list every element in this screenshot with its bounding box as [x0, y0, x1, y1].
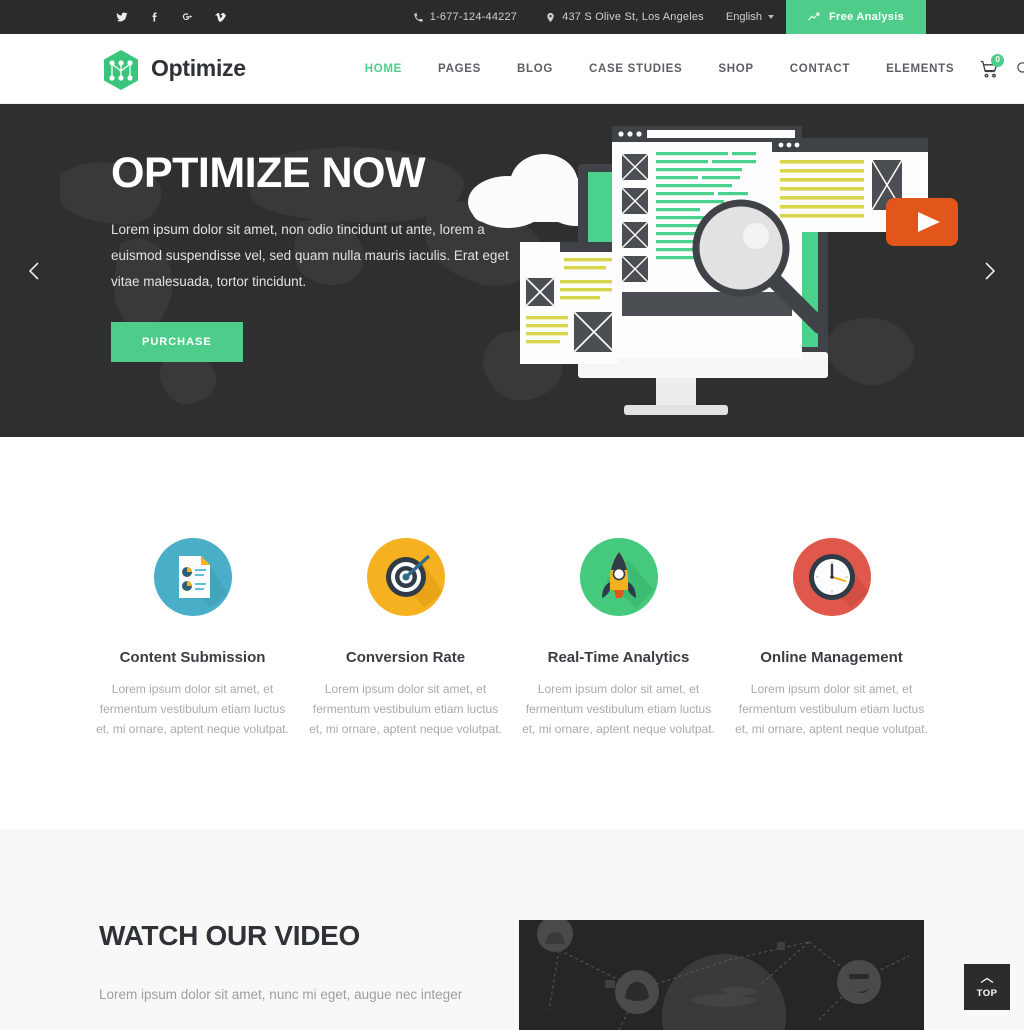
- main-navigation: HOME PAGES BLOG CASE STUDIES SHOP CONTAC…: [347, 63, 973, 75]
- hero-illustration: [448, 112, 968, 432]
- hero-slider: OPTIMIZE NOW Lorem ipsum dolor sit amet,…: [0, 104, 1024, 437]
- chevron-up-icon: [980, 977, 994, 983]
- chevron-right-icon: [985, 261, 996, 280]
- logo-hexagon-icon: [99, 48, 141, 90]
- language-selector[interactable]: English: [718, 0, 786, 34]
- address-info: 437 S Olive St, Los Angeles: [531, 0, 718, 34]
- video-section-copy: WATCH OUR VIDEO Lorem ipsum dolor sit am…: [99, 920, 499, 1008]
- slider-next-button[interactable]: [967, 249, 1011, 293]
- slider-prev-button[interactable]: [13, 249, 57, 293]
- hero-copy: OPTIMIZE NOW Lorem ipsum dolor sit amet,…: [111, 149, 511, 363]
- video-section-title: WATCH OUR VIDEO: [99, 920, 360, 952]
- feature-card-conversion-rate: Conversion Rate Lorem ipsum dolor sit am…: [299, 538, 512, 739]
- logo-text: Optimize: [151, 55, 246, 81]
- feature-description: Lorem ipsum dolor sit amet, et fermentum…: [96, 682, 289, 737]
- feature-card-realtime-analytics: Real-Time Analytics Lorem ipsum dolor si…: [512, 538, 725, 739]
- phone-number: 1-677-124-44227: [429, 11, 518, 23]
- report-document-icon[interactable]: [153, 538, 232, 616]
- logo[interactable]: Optimize: [99, 48, 246, 90]
- feature-title: Conversion Rate: [345, 649, 466, 666]
- search-icon: [1017, 62, 1024, 73]
- phone-icon: [414, 12, 423, 22]
- play-button-icon: [886, 198, 958, 246]
- vimeo-icon[interactable]: [204, 0, 237, 34]
- nav-item-blog[interactable]: BLOG: [499, 63, 571, 75]
- chevron-left-icon: [28, 261, 39, 280]
- feature-description: Lorem ipsum dolor sit amet, et fermentum…: [522, 682, 715, 737]
- address-text: 437 S Olive St, Los Angeles: [562, 11, 704, 23]
- language-label: English: [725, 11, 762, 23]
- nav-item-case-studies[interactable]: CASE STUDIES: [571, 63, 700, 75]
- scroll-to-top-button[interactable]: TOP: [964, 964, 1010, 1010]
- nav-item-elements[interactable]: ELEMENTS: [868, 63, 972, 75]
- top-bar-info: 1-677-124-44227 437 S Olive St, Los Ange…: [399, 0, 926, 34]
- feature-description: Lorem ipsum dolor sit amet, et fermentum…: [735, 682, 928, 737]
- chart-line-icon: [808, 12, 820, 21]
- video-thumbnail[interactable]: [519, 920, 924, 1030]
- top-bar-spacer: [237, 0, 399, 34]
- cart-button[interactable]: 0: [972, 49, 1006, 89]
- top-bar-end-padding: [926, 0, 1024, 34]
- feature-title: Content Submission: [119, 649, 266, 666]
- feature-card-online-management: Online Management Lorem ipsum dolor sit …: [725, 538, 938, 739]
- scroll-to-top-label: TOP: [976, 987, 998, 999]
- feature-card-content-submission: Content Submission Lorem ipsum dolor sit…: [86, 538, 299, 739]
- phone-info: 1-677-124-44227: [399, 0, 531, 34]
- rocket-icon[interactable]: [579, 538, 658, 616]
- twitter-icon[interactable]: [105, 0, 138, 34]
- clock-icon[interactable]: [792, 538, 871, 616]
- chevron-down-icon: [767, 15, 774, 19]
- watch-video-section: WATCH OUR VIDEO Lorem ipsum dolor sit am…: [0, 829, 1024, 1030]
- location-pin-icon: [547, 12, 554, 22]
- nav-item-contact[interactable]: CONTACT: [772, 63, 868, 75]
- search-button[interactable]: [1006, 49, 1024, 89]
- video-section-inner: WATCH OUR VIDEO Lorem ipsum dolor sit am…: [0, 920, 1024, 1030]
- facebook-icon[interactable]: [138, 0, 171, 34]
- free-analysis-button[interactable]: Free Analysis: [785, 0, 926, 34]
- site-header: Optimize HOME PAGES BLOG CASE STUDIES SH…: [0, 34, 1024, 104]
- purchase-button[interactable]: PURCHASE: [111, 322, 243, 363]
- top-bar: 1-677-124-44227 437 S Olive St, Los Ange…: [0, 0, 1024, 34]
- header-actions: 0: [972, 49, 1024, 89]
- hero-content: OPTIMIZE NOW Lorem ipsum dolor sit amet,…: [0, 104, 1024, 437]
- nav-item-home[interactable]: HOME: [347, 63, 420, 75]
- hero-subtitle: Lorem ipsum dolor sit amet, non odio tin…: [111, 222, 509, 290]
- feature-title: Real-Time Analytics: [547, 649, 690, 666]
- feature-description: Lorem ipsum dolor sit amet, et fermentum…: [309, 682, 502, 737]
- feature-title: Online Management: [760, 649, 903, 666]
- social-links: [105, 0, 237, 34]
- features-section: Content Submission Lorem ipsum dolor sit…: [0, 437, 1024, 830]
- hero-title: OPTIMIZE NOW: [111, 149, 426, 197]
- cart-count-badge: 0: [991, 53, 1005, 67]
- nav-item-shop[interactable]: SHOP: [700, 63, 771, 75]
- nav-item-pages[interactable]: PAGES: [420, 63, 499, 75]
- target-dart-icon[interactable]: [366, 538, 445, 616]
- free-analysis-label: Free Analysis: [828, 11, 904, 23]
- video-section-text: Lorem ipsum dolor sit amet, nunc mi eget…: [99, 987, 463, 1003]
- google-plus-icon[interactable]: [171, 0, 204, 34]
